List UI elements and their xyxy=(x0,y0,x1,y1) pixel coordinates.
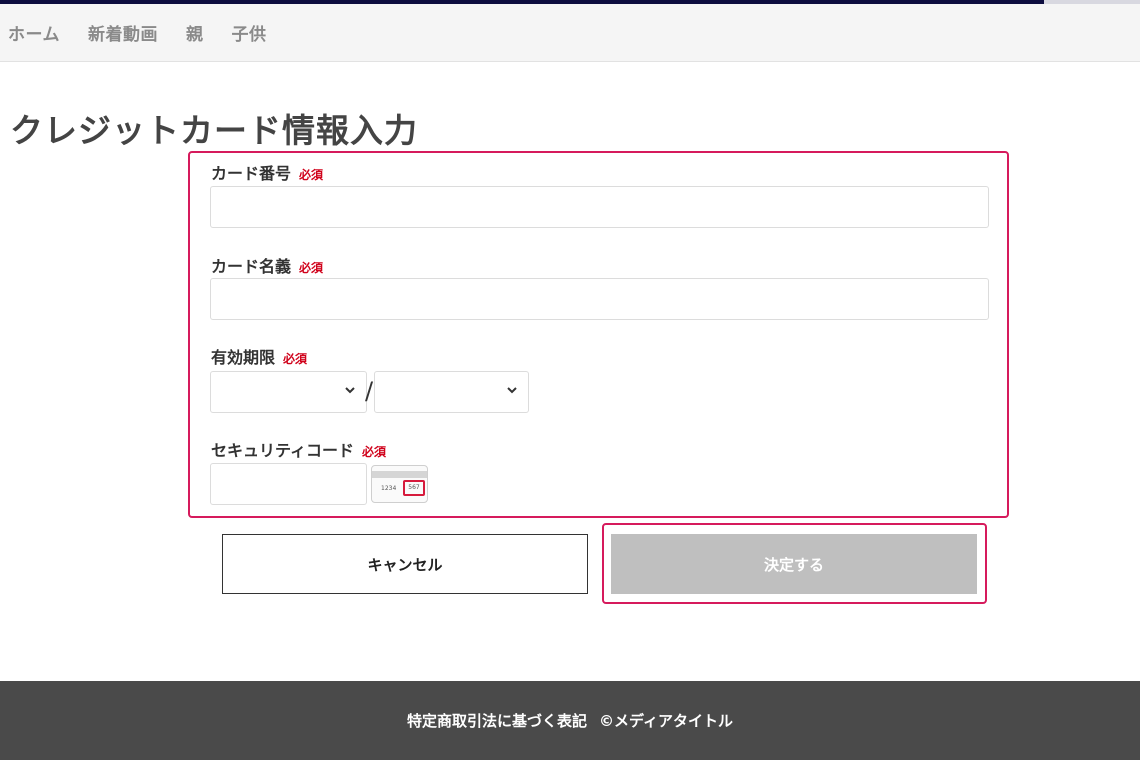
expiry-year-select[interactable] xyxy=(374,371,529,413)
card-example-digits: 1234 xyxy=(381,485,397,492)
required-badge: 必須 xyxy=(299,168,324,182)
footer-legal-link[interactable]: 特定商取引法に基づく表記 xyxy=(407,710,587,731)
cancel-button[interactable]: キャンセル xyxy=(222,534,588,594)
chevron-down-icon xyxy=(345,387,355,394)
expiry-label: 有効期限 必須 xyxy=(211,344,307,368)
security-code-input[interactable] xyxy=(210,463,367,505)
security-code-label-text: セキュリティコード xyxy=(211,441,355,460)
page-title: クレジットカード情報入力 xyxy=(10,111,418,150)
expiry-separator: / xyxy=(365,377,374,405)
card-number-input[interactable] xyxy=(210,186,989,228)
required-badge: 必須 xyxy=(283,352,308,366)
security-code-label: セキュリティコード 必須 xyxy=(211,437,386,461)
expiry-label-text: 有効期限 xyxy=(211,348,276,367)
footer-copyright: ©メディアタイトル xyxy=(599,712,733,730)
chevron-down-icon xyxy=(507,387,517,394)
card-example-code: 567 xyxy=(403,480,425,496)
card-magnetic-strip xyxy=(372,471,427,478)
required-badge: 必須 xyxy=(362,445,387,459)
submit-button[interactable]: 決定する xyxy=(611,534,977,594)
card-name-input[interactable] xyxy=(210,278,989,320)
card-number-label: カード番号 必須 xyxy=(211,160,323,184)
card-name-label: カード名義 必須 xyxy=(211,253,323,277)
nav-home[interactable]: ホーム xyxy=(8,20,60,45)
footer: 特定商取引法に基づく表記 ©メディアタイトル xyxy=(0,681,1140,760)
card-number-label-text: カード番号 xyxy=(211,164,292,183)
nav-child[interactable]: 子供 xyxy=(232,20,267,45)
nav-parent[interactable]: 親 xyxy=(186,20,204,45)
nav-new-videos[interactable]: 新着動画 xyxy=(88,20,158,45)
expiry-month-select[interactable] xyxy=(210,371,367,413)
credit-card-cvc-icon: 1234 567 xyxy=(371,465,428,503)
top-navigation: ホーム 新着動画 親 子供 xyxy=(0,4,1140,62)
card-name-label-text: カード名義 xyxy=(211,257,292,276)
required-badge: 必須 xyxy=(299,261,324,275)
